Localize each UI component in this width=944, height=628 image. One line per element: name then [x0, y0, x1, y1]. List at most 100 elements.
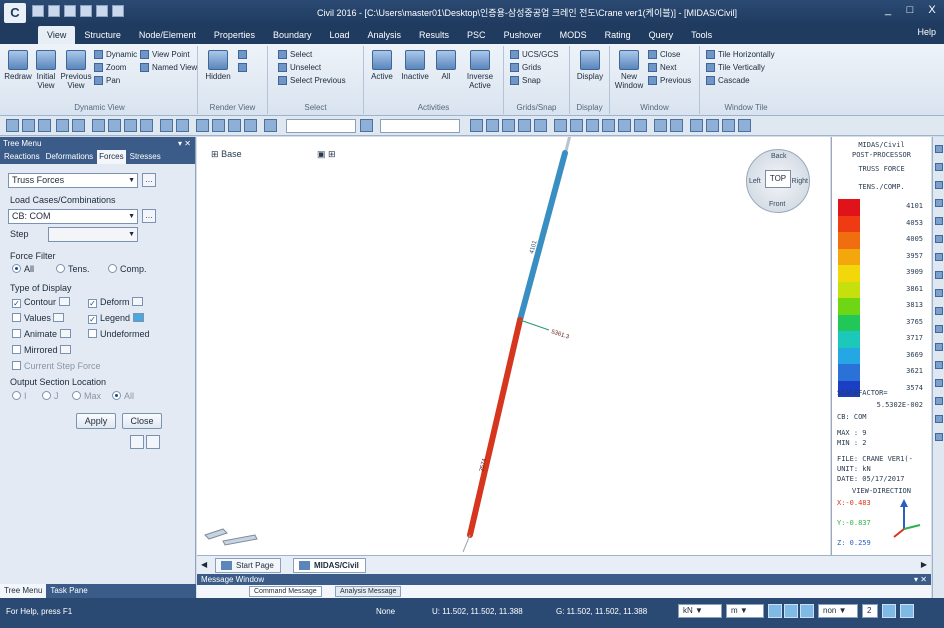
customize-icon[interactable] — [112, 5, 124, 17]
tab-tree-menu[interactable]: Tree Menu — [0, 584, 47, 598]
cascade-button[interactable]: Cascade — [706, 76, 750, 85]
grids-button[interactable]: Grids — [510, 63, 541, 72]
toolbar-forward-icon[interactable] — [22, 119, 35, 132]
status-tool-2-icon[interactable] — [784, 604, 798, 618]
tab-forces[interactable]: Forces — [97, 150, 126, 164]
tab-midas-civil[interactable]: MIDAS/Civil — [293, 558, 366, 573]
tab-properties[interactable]: Properties — [205, 26, 264, 44]
copy-icon[interactable] — [130, 435, 144, 449]
side-tool-4-icon[interactable] — [935, 199, 943, 207]
toolbar-tool-11-icon[interactable] — [634, 119, 647, 132]
toolbar-tool-14-icon[interactable] — [690, 119, 703, 132]
side-tool-16-icon[interactable] — [935, 415, 943, 423]
unselect-button[interactable]: Unselect — [278, 63, 321, 72]
side-tool-3-icon[interactable] — [935, 181, 943, 189]
length-unit-select[interactable]: m ▼ — [726, 604, 764, 618]
filter-comp-radio[interactable]: Comp. — [108, 264, 147, 274]
tab-task-pane[interactable]: Task Pane — [46, 584, 91, 598]
load-case-more-button[interactable]: … — [142, 209, 156, 223]
toolbar-tool-15-icon[interactable] — [706, 119, 719, 132]
status-tool-4-icon[interactable] — [882, 604, 896, 618]
help-button[interactable]: Help — [917, 27, 936, 37]
tile-horizontally-button[interactable]: Tile Horizontally — [706, 50, 775, 59]
save-as-icon[interactable] — [80, 5, 92, 17]
redraw-button[interactable]: Redraw — [4, 50, 32, 81]
toolbar-tool-5-icon[interactable] — [534, 119, 547, 132]
side-tool-14-icon[interactable] — [935, 379, 943, 387]
toolbar-view-icon[interactable] — [160, 119, 173, 132]
toolbar-tool-12-icon[interactable] — [654, 119, 667, 132]
shade-button[interactable] — [238, 63, 247, 72]
side-tool-12-icon[interactable] — [935, 343, 943, 351]
side-tool-7-icon[interactable] — [935, 253, 943, 261]
tab-analysis-message[interactable]: Analysis Message — [335, 586, 402, 597]
tile-vertically-button[interactable]: Tile Vertically — [706, 63, 765, 72]
tab-scroll-right-icon[interactable]: ▶ — [921, 560, 927, 569]
side-tool-9-icon[interactable] — [935, 289, 943, 297]
toolbar-command-field[interactable] — [380, 119, 460, 133]
hidden-button[interactable]: Hidden — [204, 50, 232, 81]
status-tool-3-icon[interactable] — [800, 604, 814, 618]
tab-tools[interactable]: Tools — [682, 26, 721, 44]
values-checkbox[interactable]: Values — [12, 313, 65, 323]
render-option-button[interactable] — [238, 50, 247, 59]
snap-button[interactable]: Snap — [510, 76, 541, 85]
side-tool-13-icon[interactable] — [935, 361, 943, 369]
deform-checkbox[interactable]: ✓ Deform — [88, 297, 144, 308]
tab-analysis[interactable]: Analysis — [359, 26, 411, 44]
tab-mods[interactable]: MODS — [551, 26, 596, 44]
ucs-gcs-button[interactable]: UCS/GCS — [510, 50, 558, 59]
close-window-button[interactable]: X — [924, 3, 940, 17]
toolbar-tool-3-icon[interactable] — [502, 119, 515, 132]
tab-scroll-left-icon[interactable]: ◀ — [201, 560, 207, 569]
tab-command-message[interactable]: Command Message — [249, 586, 322, 597]
toolbar-tool-1-icon[interactable] — [470, 119, 483, 132]
navcube-back[interactable]: Back — [771, 153, 787, 160]
toolbar-plate-icon[interactable] — [124, 119, 137, 132]
side-tool-15-icon[interactable] — [935, 397, 943, 405]
result-type-select[interactable]: Truss Forces ▼ — [8, 173, 138, 188]
close-panel-button[interactable]: Close — [122, 413, 162, 429]
previous-window-button[interactable]: Previous — [648, 76, 691, 85]
step-select[interactable]: ▼ — [48, 227, 138, 242]
select-previous-button[interactable]: Select Previous — [278, 76, 346, 85]
side-tool-2-icon[interactable] — [935, 163, 943, 171]
precision-select[interactable]: non ▼ — [818, 604, 858, 618]
toolbar-selection-field[interactable] — [286, 119, 356, 133]
model-viewport[interactable]: ⊞ Base ▣ ⊞ 4101 3574 5361.3 Back Front L… — [197, 137, 830, 555]
all-button[interactable]: All — [434, 50, 458, 81]
toolbar-tool-7-icon[interactable] — [570, 119, 583, 132]
toolbar-tool-16-icon[interactable] — [722, 119, 735, 132]
inactive-button[interactable]: Inactive — [400, 50, 430, 81]
result-type-more-button[interactable]: … — [142, 173, 156, 187]
toolbar-tool-6-icon[interactable] — [554, 119, 567, 132]
navcube-front[interactable]: Front — [769, 201, 785, 208]
values-options-button[interactable] — [53, 313, 65, 322]
status-tool-5-icon[interactable] — [900, 604, 914, 618]
previous-view-button[interactable]: Previous View — [60, 50, 92, 90]
contour-options-button[interactable] — [58, 297, 70, 306]
side-tool-1-icon[interactable] — [935, 145, 943, 153]
side-tool-5-icon[interactable] — [935, 217, 943, 225]
force-unit-select[interactable]: kN ▼ — [678, 604, 722, 618]
tab-structure[interactable]: Structure — [75, 26, 130, 44]
toolbar-tool-4-icon[interactable] — [518, 119, 531, 132]
tab-query[interactable]: Query — [640, 26, 683, 44]
tab-start-page[interactable]: Start Page — [215, 558, 281, 573]
filter-all-radio[interactable]: All — [12, 264, 34, 274]
tab-results[interactable]: Results — [410, 26, 458, 44]
message-pin-close-icon[interactable]: ▾ ✕ — [914, 574, 927, 585]
tab-psc[interactable]: PSC — [458, 26, 495, 44]
tab-stresses[interactable]: Stresses — [128, 150, 163, 164]
animate-checkbox[interactable]: Animate — [12, 329, 71, 339]
legend-options-button[interactable] — [132, 313, 144, 322]
toolbar-top-icon[interactable] — [212, 119, 225, 132]
deform-options-button[interactable] — [132, 297, 144, 306]
toolbar-frame-icon[interactable] — [108, 119, 121, 132]
status-tool-1-icon[interactable] — [768, 604, 782, 618]
active-button[interactable]: Active — [368, 50, 396, 81]
select-button[interactable]: Select — [278, 50, 312, 59]
close-button[interactable]: Close — [648, 50, 680, 59]
tab-pushover[interactable]: Pushover — [495, 26, 551, 44]
mirrored-options-button[interactable] — [60, 345, 72, 354]
